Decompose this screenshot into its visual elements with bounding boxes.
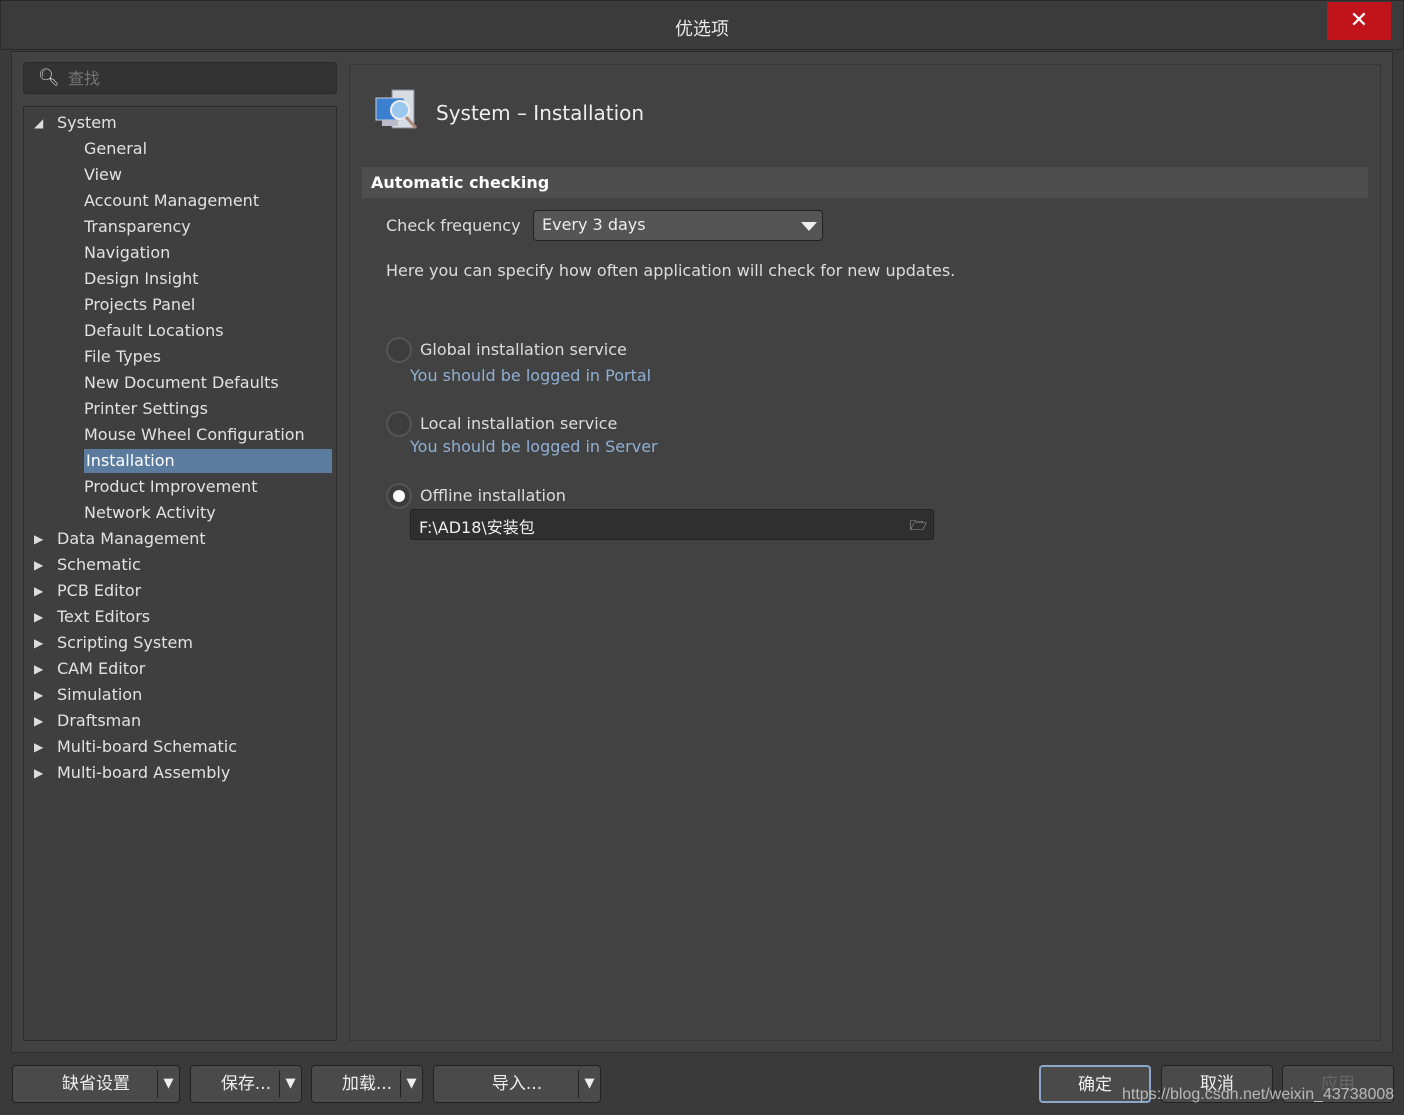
tree-item-product-improvement[interactable]: Product Improvement (84, 475, 257, 499)
global-installation-label: Global installation service (420, 340, 627, 359)
tree-item-pcb-editor[interactable]: PCB Editor (57, 579, 141, 603)
tree-item-new-document-defaults[interactable]: New Document Defaults (84, 371, 279, 395)
expand-arrow-icon[interactable]: ▶ (34, 636, 43, 650)
save-button[interactable]: 保存... ▼ (190, 1065, 302, 1103)
import-label: 导入... (491, 1074, 543, 1094)
load-button[interactable]: 加载... ▼ (311, 1065, 423, 1103)
tree-item-navigation[interactable]: Navigation (84, 241, 170, 265)
search-icon: 🔍︎ (38, 68, 60, 88)
import-button[interactable]: 导入... ▼ (433, 1065, 601, 1103)
tree-item-file-types[interactable]: File Types (84, 345, 161, 369)
watermark: https://blog.csdn.net/weixin_43738008 (1122, 1086, 1395, 1103)
tree-item-projects-panel[interactable]: Projects Panel (84, 293, 195, 317)
global-installation-radio[interactable] (386, 337, 412, 363)
tree-item-text-editors[interactable]: Text Editors (57, 605, 150, 629)
check-frequency-label: Check frequency (386, 216, 521, 235)
dropdown-value: Every 3 days (542, 215, 646, 234)
tree-item-cam-editor[interactable]: CAM Editor (57, 657, 145, 681)
tree-item-multi-board-schematic[interactable]: Multi-board Schematic (57, 735, 237, 759)
expand-arrow-icon[interactable]: ▶ (34, 584, 43, 598)
expand-arrow-icon[interactable]: ▶ (34, 662, 43, 676)
expand-arrow-icon[interactable]: ▶ (34, 766, 43, 780)
expand-arrow-icon[interactable]: ▶ (34, 688, 43, 702)
expand-arrow-icon[interactable]: ▶ (34, 740, 43, 754)
defaults-label: 缺省设置 (62, 1074, 130, 1094)
close-button[interactable]: ✕ (1327, 2, 1391, 40)
tree-item-draftsman[interactable]: Draftsman (57, 709, 141, 733)
global-installation-hint: You should be logged in Portal (410, 366, 652, 385)
tree-item-data-management[interactable]: Data Management (57, 527, 206, 551)
offline-path-input[interactable]: F:\AD18\安装包 🗁︎ (410, 509, 934, 540)
title-bar: 优选项 ✕ (0, 0, 1404, 50)
collapse-arrow-icon[interactable]: ◢ (34, 116, 43, 130)
load-label: 加载... (341, 1074, 393, 1094)
page-title: System – Installation (436, 101, 645, 125)
expand-arrow-icon[interactable]: ▶ (34, 558, 43, 572)
tree-item-network-activity[interactable]: Network Activity (84, 501, 216, 525)
offline-installation-radio[interactable] (386, 483, 412, 509)
save-label: 保存... (220, 1074, 272, 1094)
tree-item-design-insight[interactable]: Design Insight (84, 267, 199, 291)
description-text: Here you can specify how often applicati… (386, 261, 956, 280)
tree-item-default-locations[interactable]: Default Locations (84, 319, 224, 343)
tree-item-printer-settings[interactable]: Printer Settings (84, 397, 208, 421)
local-installation-hint: You should be logged in Server (410, 437, 658, 456)
expand-arrow-icon[interactable]: ▶ (34, 532, 43, 546)
section-header: Automatic checking (362, 167, 1368, 198)
tree-item-multi-board-assembly[interactable]: Multi-board Assembly (57, 761, 230, 785)
local-installation-label: Local installation service (420, 414, 618, 433)
installation-icon (375, 89, 418, 130)
window-title: 优选项 (675, 19, 729, 40)
offline-path-value: F:\AD18\安装包 (419, 518, 535, 537)
defaults-button[interactable]: 缺省设置 ▼ (12, 1065, 180, 1103)
local-installation-radio[interactable] (386, 411, 412, 437)
dropdown-arrow-icon[interactable]: ▼ (279, 1070, 301, 1098)
options-tree: ◢ System General View Account Management Tran… (23, 106, 337, 1041)
dropdown-arrow-icon[interactable]: ▼ (578, 1070, 600, 1098)
search-input[interactable] (68, 67, 328, 89)
tree-item-mouse-wheel-configuration[interactable]: Mouse Wheel Configuration (84, 423, 305, 447)
tree-item-scripting-system[interactable]: Scripting System (57, 631, 193, 655)
tree-item-schematic[interactable]: Schematic (57, 553, 141, 577)
chevron-down-icon (801, 222, 817, 231)
dropdown-arrow-icon[interactable]: ▼ (400, 1070, 422, 1098)
tree-item-simulation[interactable]: Simulation (57, 683, 142, 707)
offline-installation-label: Offline installation (420, 486, 566, 505)
close-icon: ✕ (1349, 8, 1369, 33)
tree-item-transparency[interactable]: Transparency (84, 215, 191, 239)
expand-arrow-icon[interactable]: ▶ (34, 610, 43, 624)
tree-item-installation[interactable]: Installation (84, 449, 332, 473)
search-box[interactable]: 🔍︎ (23, 62, 337, 94)
dropdown-arrow-icon[interactable]: ▼ (157, 1070, 179, 1098)
tree-item-system[interactable]: System (57, 111, 117, 135)
browse-folder-icon[interactable]: 🗁︎ (910, 515, 927, 539)
tree-item-account-management[interactable]: Account Management (84, 189, 259, 213)
content-panel (349, 64, 1381, 1041)
expand-arrow-icon[interactable]: ▶ (34, 714, 43, 728)
check-frequency-dropdown[interactable]: Every 3 days (533, 210, 823, 241)
tree-item-general[interactable]: General (84, 137, 147, 161)
tree-item-view[interactable]: View (84, 163, 122, 187)
